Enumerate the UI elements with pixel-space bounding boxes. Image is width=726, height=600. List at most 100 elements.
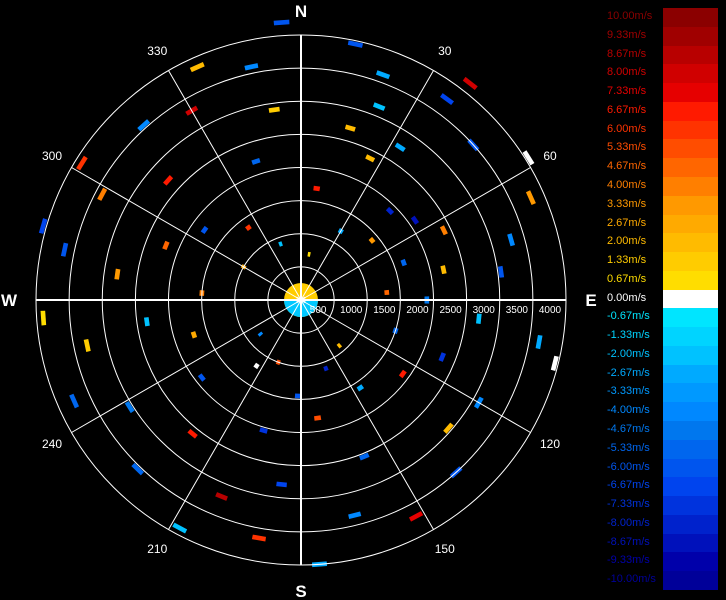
velocity-gate — [385, 206, 395, 216]
legend-label: 10.00m/s — [607, 10, 653, 22]
velocity-gate — [69, 393, 80, 409]
legend-entry: 6.67m/s — [604, 101, 718, 121]
legend-entry: 6.00m/s — [604, 120, 718, 140]
velocity-gate — [190, 331, 198, 339]
azimuth-spoke — [71, 299, 302, 433]
velocity-gate — [40, 310, 47, 326]
legend-label: 7.33m/s — [607, 85, 647, 98]
velocity-gate — [365, 154, 376, 163]
range-label: 1500 — [373, 305, 396, 316]
legend-label: -6.67m/s — [607, 479, 650, 492]
velocity-gate — [187, 429, 198, 439]
legend-entry: -0.67m/s — [604, 308, 718, 328]
azimuth-label: 240 — [42, 437, 62, 451]
velocity-gate — [189, 62, 205, 73]
legend-entry: 2.67m/s — [604, 214, 718, 234]
velocity-gate — [244, 63, 259, 71]
legend-swatch — [663, 120, 718, 140]
legend-entry: -4.00m/s — [604, 402, 718, 422]
velocity-gate — [438, 352, 446, 362]
legend-swatch — [663, 139, 718, 159]
velocity-gate — [313, 185, 321, 192]
legend-entry: -7.33m/s — [604, 496, 718, 515]
azimuth-spoke — [300, 70, 434, 301]
velocity-gate — [294, 393, 301, 399]
legend-swatch — [663, 364, 718, 384]
cardinal-label: E — [585, 291, 596, 310]
velocity-gate — [215, 492, 228, 501]
legend-label: -3.33m/s — [607, 385, 650, 398]
legend-entry: 0.00m/s — [604, 289, 718, 309]
azimuth-spoke — [168, 70, 302, 301]
legend-swatch — [663, 327, 718, 346]
legend-swatch — [663, 214, 718, 234]
velocity-gate — [525, 190, 536, 205]
legend-swatch — [663, 345, 718, 365]
range-label: 2000 — [406, 305, 429, 316]
azimuth-spoke — [168, 299, 302, 530]
range-label: 4000 — [539, 305, 562, 316]
velocity-gate — [398, 369, 407, 379]
legend-swatch — [663, 158, 718, 177]
velocity-gate — [163, 175, 174, 186]
azimuth-label: 120 — [540, 437, 560, 451]
velocity-gate — [348, 511, 362, 520]
legend-entry: -2.67m/s — [604, 364, 718, 384]
legend-swatch — [663, 383, 718, 403]
radar-ppi-plot: N E S W 30 60 120 150 210 240 300 330 500 1000 1500 200… — [1, 2, 597, 600]
velocity-gate — [384, 289, 390, 296]
velocity-gate — [276, 481, 287, 488]
legend-label: -6.00m/s — [607, 460, 650, 473]
legend-swatch — [663, 83, 718, 102]
velocity-gate — [172, 522, 188, 534]
legend-swatch — [663, 308, 718, 328]
velocity-gate — [273, 19, 290, 26]
legend-entry: -3.33m/s — [604, 383, 718, 403]
velocity-gate — [497, 265, 505, 278]
legend-label: 6.00m/s — [607, 122, 647, 135]
velocity-gate — [440, 93, 454, 106]
legend-entry: 4.00m/s — [604, 176, 718, 196]
legend-label: 2.00m/s — [607, 235, 647, 248]
velocity-gate — [394, 142, 406, 152]
velocity-gate — [462, 76, 478, 90]
legend-entry: -8.00m/s — [604, 514, 718, 534]
velocity-gate — [410, 215, 420, 225]
legend-swatch — [663, 421, 718, 440]
legend-label: -7.33m/s — [607, 498, 650, 511]
legend-label: 6.67m/s — [607, 103, 647, 116]
velocity-gate — [257, 331, 264, 337]
legend-swatch — [663, 8, 718, 27]
velocity-gate — [344, 124, 356, 132]
legend-entry: -8.67m/s — [604, 533, 718, 553]
azimuth-label: 330 — [147, 44, 167, 58]
velocity-gate — [114, 268, 121, 280]
legend-label: -0.67m/s — [607, 310, 650, 323]
legend-swatch — [663, 514, 718, 534]
azimuth-label: 210 — [147, 542, 167, 556]
azimuth-label: 60 — [543, 149, 557, 163]
legend-swatch — [663, 45, 718, 65]
velocity-gate — [507, 233, 516, 247]
velocity-gate — [439, 225, 448, 236]
legend-label: 4.67m/s — [607, 160, 647, 173]
azimuth-label: 300 — [42, 149, 62, 163]
legend-entry: -6.00m/s — [604, 458, 718, 478]
velocity-gate — [323, 365, 329, 372]
legend-swatch — [663, 64, 718, 84]
legend-entry: 5.33m/s — [604, 139, 718, 159]
azimuth-spoke — [300, 167, 531, 301]
legend-label: 0.00m/s — [607, 291, 647, 304]
velocity-gate — [307, 251, 311, 257]
legend-label: -8.00m/s — [607, 516, 650, 529]
legend-entry: -4.67m/s — [604, 421, 718, 440]
cardinal-label: W — [1, 291, 18, 310]
velocity-gate — [535, 334, 543, 350]
radar-site-icon: ✲ — [295, 293, 307, 309]
legend-label: -4.00m/s — [607, 404, 650, 417]
velocity-color-legend: 10.00m/s 9.33m/s 8.67m/s 8.00m/s 7.33m/s 6.67… — [604, 8, 718, 590]
legend-entry: 9.33m/s — [604, 26, 718, 46]
legend-swatch — [663, 101, 718, 121]
velocity-gate — [162, 240, 170, 251]
legend-entry: -2.00m/s — [604, 345, 718, 365]
